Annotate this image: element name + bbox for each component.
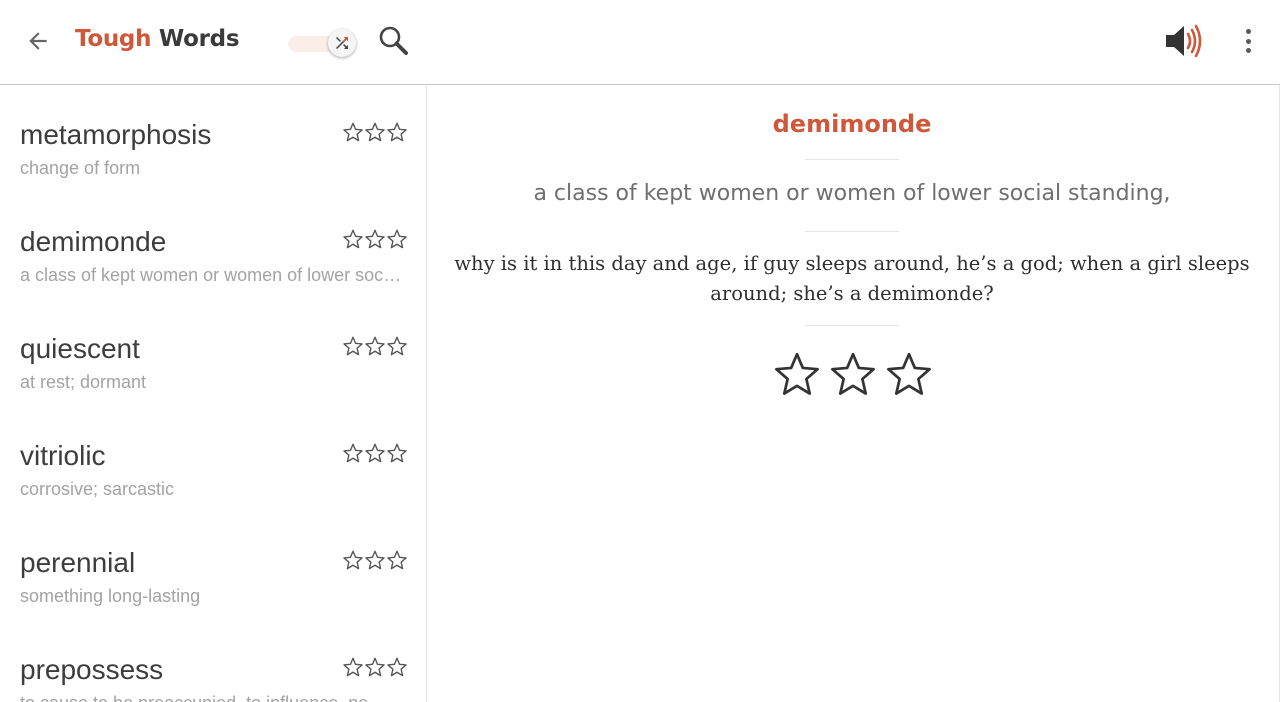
divider — [805, 231, 899, 232]
star-outline-icon[interactable] — [364, 228, 386, 250]
more-vert-icon-dot — [1245, 38, 1251, 44]
more-vert-icon-dot — [1245, 48, 1251, 53]
word-title: vitriolic — [20, 440, 106, 471]
star-outline-icon[interactable] — [342, 442, 364, 464]
word-list-item[interactable]: quiescent at rest; dormant — [0, 299, 426, 406]
divider — [805, 159, 899, 160]
star-outline-icon[interactable] — [386, 656, 408, 678]
detail-rating — [772, 349, 934, 401]
word-rating — [342, 442, 408, 464]
star-outline-icon[interactable] — [386, 228, 408, 250]
word-definition: corrosive; sarcastic — [20, 479, 175, 499]
back-button[interactable] — [22, 25, 54, 57]
star-outline-icon[interactable] — [364, 442, 386, 464]
word-list-item[interactable]: metamorphosis change of form — [0, 85, 426, 192]
star-outline-icon[interactable] — [772, 349, 822, 399]
search-icon — [379, 26, 408, 55]
divider — [805, 325, 899, 326]
word-list-item[interactable]: vitriolic corrosive; sarcastic — [0, 406, 426, 513]
word-rating — [342, 121, 408, 143]
word-list-item[interactable]: perennial something long-lasting — [0, 513, 426, 620]
shuffle-icon — [336, 37, 348, 49]
word-rating — [342, 228, 408, 250]
star-outline-icon[interactable] — [342, 549, 364, 571]
volume-icon — [1166, 24, 1202, 58]
star-outline-icon[interactable] — [364, 656, 386, 678]
word-definition: to cause to be preoccupied, to influence… — [20, 693, 405, 702]
detail-definition: a class of kept women or women of lower … — [533, 181, 1171, 206]
word-list-item[interactable]: prepossess to cause to be preoccupied, t… — [0, 620, 426, 702]
app-title-part1: Tough — [75, 26, 152, 52]
word-rating — [342, 656, 408, 678]
word-definition: at rest; dormant — [20, 372, 147, 392]
star-outline-icon[interactable] — [364, 335, 386, 357]
word-rating — [342, 335, 408, 357]
more-options-button[interactable] — [1236, 25, 1260, 57]
word-title: quiescent — [20, 333, 140, 364]
star-outline-icon[interactable] — [828, 349, 878, 399]
star-outline-icon[interactable] — [342, 656, 364, 678]
word-title: prepossess — [20, 654, 164, 685]
shuffle-toggle[interactable] — [288, 28, 358, 58]
detail-example-sentence: why is it in this day and age, if guy sl… — [454, 252, 1250, 305]
detail-word-title: demimonde — [772, 110, 932, 138]
word-detail-panel: demimonde a class of kept women or women… — [427, 85, 1280, 702]
word-title: perennial — [20, 547, 136, 578]
word-definition: a class of kept women or women of lower … — [20, 265, 405, 285]
app-bar: Tough Words — [0, 0, 1280, 85]
shuffle-toggle-knob[interactable] — [328, 29, 356, 57]
star-outline-icon[interactable] — [342, 228, 364, 250]
app-title: Tough Words — [75, 26, 240, 52]
star-outline-icon[interactable] — [386, 442, 408, 464]
search-button[interactable] — [377, 24, 411, 58]
app-title-part2: Words — [158, 26, 240, 52]
word-rating — [342, 549, 408, 571]
star-outline-icon[interactable] — [342, 335, 364, 357]
star-outline-icon[interactable] — [386, 335, 408, 357]
star-outline-icon[interactable] — [884, 349, 934, 399]
arrow-left-icon — [29, 32, 47, 50]
word-list[interactable]: metamorphosis change of form demimonde a… — [0, 85, 427, 702]
star-outline-icon[interactable] — [386, 549, 408, 571]
word-list-item[interactable]: demimonde a class of kept women or women… — [0, 192, 426, 299]
word-definition: something long-lasting — [20, 586, 201, 606]
word-title: metamorphosis — [20, 119, 212, 150]
star-outline-icon[interactable] — [342, 121, 364, 143]
word-title: demimonde — [20, 226, 167, 257]
star-outline-icon[interactable] — [364, 121, 386, 143]
star-outline-icon[interactable] — [364, 549, 386, 571]
sound-button[interactable] — [1162, 22, 1204, 60]
more-vert-icon — [1245, 29, 1251, 34]
word-definition: change of form — [20, 158, 141, 178]
star-outline-icon[interactable] — [386, 121, 408, 143]
